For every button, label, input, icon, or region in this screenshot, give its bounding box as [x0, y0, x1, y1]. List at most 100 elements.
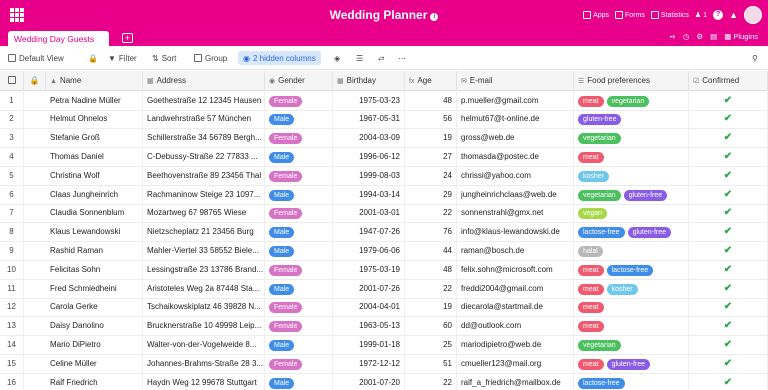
- checkmark-icon[interactable]: ✔: [724, 377, 732, 388]
- checkmark-icon[interactable]: ✔: [724, 226, 732, 237]
- cell-gender[interactable]: Male: [265, 336, 333, 354]
- cell-birthday[interactable]: 1996-06-12: [333, 148, 405, 166]
- cell-birthday[interactable]: 2004-04-01: [333, 298, 405, 317]
- cell-food[interactable]: vegetarian: [574, 129, 689, 148]
- select-all-checkbox[interactable]: [0, 71, 24, 91]
- notification-bell-icon[interactable]: ▲: [729, 10, 738, 20]
- cell-name[interactable]: Thomas Daniel: [46, 148, 143, 166]
- group-button[interactable]: Group: [194, 51, 227, 65]
- cell-name[interactable]: Carola Gerke: [46, 298, 143, 317]
- cell-gender[interactable]: Male: [265, 223, 333, 242]
- apps-link[interactable]: Apps: [583, 11, 609, 19]
- table-row[interactable]: 5 Christina Wolf Beethovenstraße 89 23456 …: [0, 166, 768, 186]
- cell-food[interactable]: vegetarian gluten-free: [574, 185, 689, 204]
- cell-food[interactable]: vegetarian: [574, 336, 689, 354]
- table-row[interactable]: 3 Stefanie Groß Schillerstraße 34 56789 Be…: [0, 129, 768, 149]
- checkmark-icon[interactable]: ✔: [724, 132, 732, 143]
- cell-address[interactable]: Nietzscheplatz 21 23456 Burg: [143, 223, 265, 242]
- cell-email[interactable]: cmueller123@mail.org: [457, 354, 574, 373]
- cell-address[interactable]: Tschaikowskiplatz 46 39828 N...: [143, 298, 265, 317]
- cell-gender[interactable]: Female: [265, 166, 333, 185]
- checkmark-icon[interactable]: ✔: [724, 170, 732, 181]
- cell-email[interactable]: gross@web.de: [457, 129, 574, 148]
- cell-birthday[interactable]: 2001-03-01: [333, 204, 405, 223]
- cell-name[interactable]: Rashid Raman: [46, 242, 143, 260]
- cell-email[interactable]: raman@bosch.de: [457, 242, 574, 260]
- cell-food[interactable]: meat lactose-free: [574, 260, 689, 279]
- cell-age[interactable]: 48: [405, 260, 457, 279]
- cell-birthday[interactable]: 1999-08-03: [333, 166, 405, 185]
- column-header-birthday[interactable]: ▦ Birthday: [333, 71, 405, 91]
- cell-age[interactable]: 25: [405, 336, 457, 354]
- cell-name[interactable]: Stefanie Groß: [46, 129, 143, 148]
- cell-gender[interactable]: Female: [265, 129, 333, 148]
- cell-email[interactable]: diecarola@startmail.de: [457, 298, 574, 317]
- cell-birthday[interactable]: 2004-03-09: [333, 129, 405, 148]
- cell-gender[interactable]: Female: [265, 298, 333, 317]
- cell-gender[interactable]: Male: [265, 373, 333, 390]
- info-icon[interactable]: i: [430, 13, 439, 21]
- cell-birthday[interactable]: 1967-05-31: [333, 110, 405, 129]
- cell-age[interactable]: 22: [405, 373, 457, 390]
- cell-address[interactable]: Walter-von-der-Vogelweide 8...: [143, 336, 265, 354]
- cell-age[interactable]: 24: [405, 166, 457, 185]
- table-row[interactable]: 12 Carola Gerke Tschaikowskiplatz 46 39828…: [0, 298, 768, 318]
- cell-confirmed[interactable]: ✔: [689, 166, 768, 185]
- cell-birthday[interactable]: 1975-03-19: [333, 260, 405, 279]
- table-row[interactable]: 8 Klaus Lewandowski Nietzscheplatz 21 2345…: [0, 223, 768, 243]
- share-icon[interactable]: ➺: [670, 32, 676, 41]
- cell-age[interactable]: 51: [405, 354, 457, 373]
- table-row[interactable]: 11 Fred Schmiedheini Aristoteles Weg 2a 87…: [0, 279, 768, 299]
- cell-address[interactable]: Aristoteles Weg 2a 87448 Sta...: [143, 279, 265, 298]
- users-link[interactable]: ♟ 1: [695, 11, 707, 20]
- more-options-icon[interactable]: ⋯: [398, 51, 406, 65]
- column-header-food[interactable]: ☰ Food preferences: [574, 71, 689, 91]
- checkmark-icon[interactable]: ✔: [724, 264, 732, 275]
- cell-food[interactable]: halal: [574, 242, 689, 260]
- cell-num[interactable]: 7: [0, 204, 24, 223]
- cell-confirmed[interactable]: ✔: [689, 185, 768, 204]
- cell-num[interactable]: 5: [0, 166, 24, 185]
- cell-email[interactable]: chrissi@yahoo.com: [457, 166, 574, 185]
- cell-address[interactable]: Beethovenstraße 89 23456 Thal: [143, 166, 265, 185]
- cell-food[interactable]: lactose-free gluten-free: [574, 223, 689, 242]
- cell-name[interactable]: Petra Nadine Müller: [46, 91, 143, 110]
- cell-gender[interactable]: Female: [265, 354, 333, 373]
- cell-confirmed[interactable]: ✔: [689, 373, 768, 390]
- cell-name[interactable]: Claas Jungheinrich: [46, 185, 143, 204]
- cell-age[interactable]: 22: [405, 204, 457, 223]
- cell-food[interactable]: meat: [574, 148, 689, 166]
- row-color-icon[interactable]: ◈: [334, 51, 340, 65]
- column-header-email[interactable]: ✉ E-mail: [457, 71, 574, 91]
- cell-name[interactable]: Christina Wolf: [46, 166, 143, 185]
- cell-age[interactable]: 19: [405, 298, 457, 317]
- forms-link[interactable]: Forms: [615, 11, 645, 19]
- column-header-address[interactable]: ▦ Address: [143, 71, 265, 91]
- automation-icon[interactable]: ⚙: [696, 32, 703, 41]
- filter-button[interactable]: ▼ Filter: [108, 51, 137, 65]
- checkmark-icon[interactable]: ✔: [724, 358, 732, 369]
- table-row[interactable]: 10 Felicitas Sohn Lessingstraße 23 13786 B…: [0, 260, 768, 280]
- cell-birthday[interactable]: 1963-05-13: [333, 317, 405, 336]
- cell-address[interactable]: Mahler-Viertel 33 58552 Biele...: [143, 242, 265, 260]
- cell-confirmed[interactable]: ✔: [689, 91, 768, 110]
- cell-birthday[interactable]: 1999-01-18: [333, 336, 405, 354]
- cell-food[interactable]: meat: [574, 317, 689, 336]
- cell-confirmed[interactable]: ✔: [689, 148, 768, 166]
- cell-email[interactable]: info@klaus-lewandowski.de: [457, 223, 574, 242]
- table-row[interactable]: 15 Celine Müller Johannes-Brahms-Straße 28…: [0, 354, 768, 374]
- cell-birthday[interactable]: 1994-03-14: [333, 185, 405, 204]
- user-avatar[interactable]: [744, 6, 762, 24]
- cell-name[interactable]: Ralf Friedrich: [46, 373, 143, 390]
- cell-age[interactable]: 22: [405, 279, 457, 298]
- lock-view-icon[interactable]: 🔒: [88, 51, 98, 65]
- cell-age[interactable]: 56: [405, 110, 457, 129]
- cell-address[interactable]: C-Debussy-Straße 22 77833 ...: [143, 148, 265, 166]
- cell-food[interactable]: meat kosher: [574, 279, 689, 298]
- cell-age[interactable]: 48: [405, 91, 457, 110]
- api-icon[interactable]: ▤: [710, 32, 717, 41]
- cell-email[interactable]: jungheinrichclaas@web.de: [457, 185, 574, 204]
- cell-address[interactable]: Mozartweg 67 98765 Wiese: [143, 204, 265, 223]
- cell-gender[interactable]: Male: [265, 185, 333, 204]
- cell-email[interactable]: p.mueller@gmail.com: [457, 91, 574, 110]
